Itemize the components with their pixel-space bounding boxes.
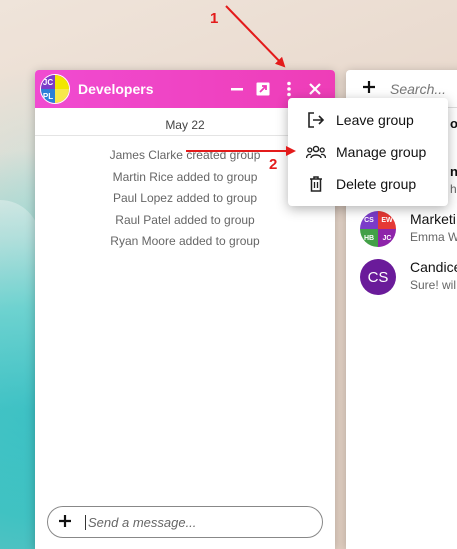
plus-icon: [59, 515, 71, 527]
conversation-item[interactable]: CS Candice Sure! wil: [360, 259, 457, 295]
trash-icon: [306, 174, 326, 194]
new-chat-button[interactable]: [362, 77, 376, 100]
menu-item-delete-group[interactable]: Delete group: [288, 168, 448, 200]
conversation-name-fragment: n: [450, 164, 457, 179]
conversation-preview-fragment: h: [450, 182, 457, 196]
conversation-name: Candice: [410, 259, 457, 275]
conversation-preview: Sure! wil: [410, 278, 457, 292]
system-message: Ryan Moore added to group: [110, 234, 260, 248]
more-vert-icon: [287, 81, 291, 97]
conversation-preview: Emma W: [410, 230, 457, 244]
conversation-item[interactable]: CS EW HB JC Marketi Emma W: [360, 211, 457, 247]
annotation-step-1: 1: [210, 10, 219, 27]
avatar-tile: HB: [360, 229, 378, 247]
menu-item-manage-group[interactable]: Manage group: [288, 136, 448, 168]
plus-icon: [363, 81, 375, 93]
popout-button[interactable]: [251, 77, 275, 101]
menu-item-label: Manage group: [336, 144, 427, 160]
people-icon: [306, 142, 326, 162]
minimize-icon: [231, 88, 243, 91]
conversation-name: Marketi: [410, 211, 456, 227]
message-composer: [47, 506, 323, 538]
avatar-tile: JC: [41, 75, 55, 89]
conversation-avatar: CS EW HB JC: [360, 211, 396, 247]
menu-item-label: Delete group: [336, 176, 417, 192]
minimize-button[interactable]: [225, 77, 249, 101]
avatar-tile: [55, 75, 69, 89]
popout-icon: [256, 82, 270, 96]
avatar-tile: CS: [360, 211, 378, 229]
search-input[interactable]: Search...: [390, 81, 446, 97]
avatar-tile: [55, 89, 69, 103]
avatar-tile: EW: [378, 211, 396, 229]
avatar-tile: PL: [41, 89, 55, 103]
conversation-avatar: CS: [360, 259, 396, 295]
close-icon: [309, 83, 321, 95]
conversation-name-fragment: op: [450, 116, 457, 131]
system-message: Raul Patel added to group: [115, 212, 255, 227]
group-options-menu: Leave group Manage group Delete group: [288, 98, 448, 206]
menu-item-leave-group[interactable]: Leave group: [288, 104, 448, 136]
chat-title: Developers: [78, 81, 154, 97]
group-avatar[interactable]: JC PL: [40, 74, 70, 104]
message-input[interactable]: [85, 514, 305, 530]
annotation-step-2: 2: [269, 156, 278, 173]
leave-icon: [306, 110, 326, 130]
menu-item-label: Leave group: [336, 112, 414, 128]
avatar-tile: JC: [378, 229, 396, 247]
add-attachment-button[interactable]: [57, 512, 73, 532]
